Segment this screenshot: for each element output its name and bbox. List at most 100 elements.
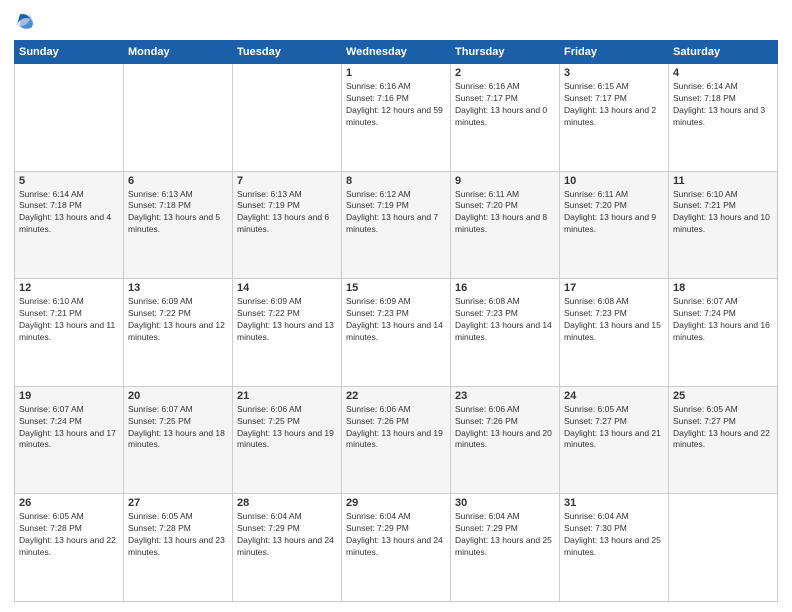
day-info: Sunrise: 6:10 AMSunset: 7:21 PMDaylight:…	[19, 296, 119, 344]
day-number: 10	[564, 175, 664, 187]
day-info: Sunrise: 6:06 AMSunset: 7:26 PMDaylight:…	[455, 404, 555, 452]
calendar-cell: 8 Sunrise: 6:12 AMSunset: 7:19 PMDaylight…	[342, 171, 451, 279]
day-number: 19	[19, 390, 119, 402]
day-number: 20	[128, 390, 228, 402]
day-info: Sunrise: 6:05 AMSunset: 7:27 PMDaylight:…	[673, 404, 773, 452]
day-info: Sunrise: 6:04 AMSunset: 7:29 PMDaylight:…	[455, 511, 555, 559]
calendar-cell: 11Sunrise: 6:10 AMSunset: 7:21 PMDayligh…	[669, 171, 778, 279]
calendar-cell: 25 Sunrise: 6:05 AMSunset: 7:27 PMDayligh…	[669, 386, 778, 494]
calendar-cell: 23 Sunrise: 6:06 AMSunset: 7:26 PMDayligh…	[451, 386, 560, 494]
day-info: Sunrise: 6:07 AMSunset: 7:24 PMDaylight:…	[673, 296, 773, 344]
calendar-cell: 14 Sunrise: 6:09 AMSunset: 7:22 PMDayligh…	[233, 279, 342, 387]
calendar-cell: 10 Sunrise: 6:11 AMSunset: 7:20 PMDayligh…	[560, 171, 669, 279]
day-number: 16	[455, 282, 555, 294]
day-number: 3	[564, 67, 664, 79]
calendar-cell	[669, 494, 778, 602]
calendar-week-row: 19 Sunrise: 6:07 AMSunset: 7:24 PMDayligh…	[15, 386, 778, 494]
calendar-cell: 1 Sunrise: 6:16 AMSunset: 7:16 PMDaylight…	[342, 64, 451, 172]
calendar-cell: 15Sunrise: 6:09 AMSunset: 7:23 PMDayligh…	[342, 279, 451, 387]
calendar-cell: 6 Sunrise: 6:13 AMSunset: 7:18 PMDaylight…	[124, 171, 233, 279]
day-number: 5	[19, 175, 119, 187]
day-number: 12	[19, 282, 119, 294]
day-info: Sunrise: 6:12 AMSunset: 7:19 PMDaylight:…	[346, 189, 446, 237]
day-info: Sunrise: 6:04 AMSunset: 7:29 PMDaylight:…	[237, 511, 337, 559]
day-number: 14	[237, 282, 337, 294]
calendar-cell: 22 Sunrise: 6:06 AMSunset: 7:26 PMDayligh…	[342, 386, 451, 494]
day-info: Sunrise: 6:16 AMSunset: 7:16 PMDaylight:…	[346, 81, 446, 129]
day-number: 2	[455, 67, 555, 79]
day-info: Sunrise: 6:13 AMSunset: 7:18 PMDaylight:…	[128, 189, 228, 237]
day-info: Sunrise: 6:11 AMSunset: 7:20 PMDaylight:…	[564, 189, 664, 237]
day-info: Sunrise: 6:07 AMSunset: 7:24 PMDaylight:…	[19, 404, 119, 452]
calendar-cell: 7 Sunrise: 6:13 AMSunset: 7:19 PMDaylight…	[233, 171, 342, 279]
logo-icon	[14, 10, 36, 32]
day-number: 15	[346, 282, 446, 294]
calendar-cell: 24 Sunrise: 6:05 AMSunset: 7:27 PMDayligh…	[560, 386, 669, 494]
day-number: 6	[128, 175, 228, 187]
day-header-tuesday: Tuesday	[233, 41, 342, 64]
day-info: Sunrise: 6:14 AMSunset: 7:18 PMDaylight:…	[673, 81, 773, 129]
day-number: 9	[455, 175, 555, 187]
day-number: 7	[237, 175, 337, 187]
day-info: Sunrise: 6:16 AMSunset: 7:17 PMDaylight:…	[455, 81, 555, 129]
page: SundayMondayTuesdayWednesdayThursdayFrid…	[0, 0, 792, 612]
calendar-cell	[124, 64, 233, 172]
calendar-table: SundayMondayTuesdayWednesdayThursdayFrid…	[14, 40, 778, 602]
day-number: 22	[346, 390, 446, 402]
calendar-week-row: 5 Sunrise: 6:14 AMSunset: 7:18 PMDaylight…	[15, 171, 778, 279]
day-number: 26	[19, 497, 119, 509]
calendar-cell: 18 Sunrise: 6:07 AMSunset: 7:24 PMDayligh…	[669, 279, 778, 387]
day-info: Sunrise: 6:05 AMSunset: 7:27 PMDaylight:…	[564, 404, 664, 452]
calendar-week-row: 26Sunrise: 6:05 AMSunset: 7:28 PMDayligh…	[15, 494, 778, 602]
day-number: 27	[128, 497, 228, 509]
calendar-cell: 2 Sunrise: 6:16 AMSunset: 7:17 PMDaylight…	[451, 64, 560, 172]
calendar-cell: 17Sunrise: 6:08 AMSunset: 7:23 PMDayligh…	[560, 279, 669, 387]
calendar-header-row: SundayMondayTuesdayWednesdayThursdayFrid…	[15, 41, 778, 64]
day-number: 4	[673, 67, 773, 79]
header	[14, 10, 778, 32]
day-number: 23	[455, 390, 555, 402]
day-info: Sunrise: 6:04 AMSunset: 7:29 PMDaylight:…	[346, 511, 446, 559]
day-header-monday: Monday	[124, 41, 233, 64]
day-info: Sunrise: 6:06 AMSunset: 7:26 PMDaylight:…	[346, 404, 446, 452]
day-number: 28	[237, 497, 337, 509]
day-number: 31	[564, 497, 664, 509]
calendar-cell: 16 Sunrise: 6:08 AMSunset: 7:23 PMDayligh…	[451, 279, 560, 387]
calendar-cell: 20 Sunrise: 6:07 AMSunset: 7:25 PMDayligh…	[124, 386, 233, 494]
day-info: Sunrise: 6:13 AMSunset: 7:19 PMDaylight:…	[237, 189, 337, 237]
day-info: Sunrise: 6:14 AMSunset: 7:18 PMDaylight:…	[19, 189, 119, 237]
day-info: Sunrise: 6:11 AMSunset: 7:20 PMDaylight:…	[455, 189, 555, 237]
calendar-week-row: 12 Sunrise: 6:10 AMSunset: 7:21 PMDayligh…	[15, 279, 778, 387]
day-header-friday: Friday	[560, 41, 669, 64]
day-number: 11	[673, 175, 773, 187]
calendar-cell: 31 Sunrise: 6:04 AMSunset: 7:30 PMDayligh…	[560, 494, 669, 602]
calendar-cell: 4 Sunrise: 6:14 AMSunset: 7:18 PMDaylight…	[669, 64, 778, 172]
calendar-cell: 29 Sunrise: 6:04 AMSunset: 7:29 PMDayligh…	[342, 494, 451, 602]
calendar-cell: 13 Sunrise: 6:09 AMSunset: 7:22 PMDayligh…	[124, 279, 233, 387]
calendar-cell	[233, 64, 342, 172]
day-header-saturday: Saturday	[669, 41, 778, 64]
calendar-cell: 3 Sunrise: 6:15 AMSunset: 7:17 PMDaylight…	[560, 64, 669, 172]
day-number: 25	[673, 390, 773, 402]
day-number: 24	[564, 390, 664, 402]
day-number: 1	[346, 67, 446, 79]
day-info: Sunrise: 6:15 AMSunset: 7:17 PMDaylight:…	[564, 81, 664, 129]
calendar-cell: 30Sunrise: 6:04 AMSunset: 7:29 PMDayligh…	[451, 494, 560, 602]
day-info: Sunrise: 6:06 AMSunset: 7:25 PMDaylight:…	[237, 404, 337, 452]
day-info: Sunrise: 6:04 AMSunset: 7:30 PMDaylight:…	[564, 511, 664, 559]
day-number: 21	[237, 390, 337, 402]
day-info: Sunrise: 6:08 AMSunset: 7:23 PMDaylight:…	[455, 296, 555, 344]
day-info: Sunrise: 6:07 AMSunset: 7:25 PMDaylight:…	[128, 404, 228, 452]
day-info: Sunrise: 6:09 AMSunset: 7:22 PMDaylight:…	[237, 296, 337, 344]
calendar-cell: 5 Sunrise: 6:14 AMSunset: 7:18 PMDaylight…	[15, 171, 124, 279]
day-number: 13	[128, 282, 228, 294]
day-info: Sunrise: 6:09 AMSunset: 7:22 PMDaylight:…	[128, 296, 228, 344]
logo	[14, 10, 42, 32]
day-number: 29	[346, 497, 446, 509]
day-number: 18	[673, 282, 773, 294]
day-number: 8	[346, 175, 446, 187]
calendar-cell: 26Sunrise: 6:05 AMSunset: 7:28 PMDayligh…	[15, 494, 124, 602]
day-info: Sunrise: 6:08 AMSunset: 7:23 PMDaylight:…	[564, 296, 664, 344]
day-header-sunday: Sunday	[15, 41, 124, 64]
day-header-wednesday: Wednesday	[342, 41, 451, 64]
